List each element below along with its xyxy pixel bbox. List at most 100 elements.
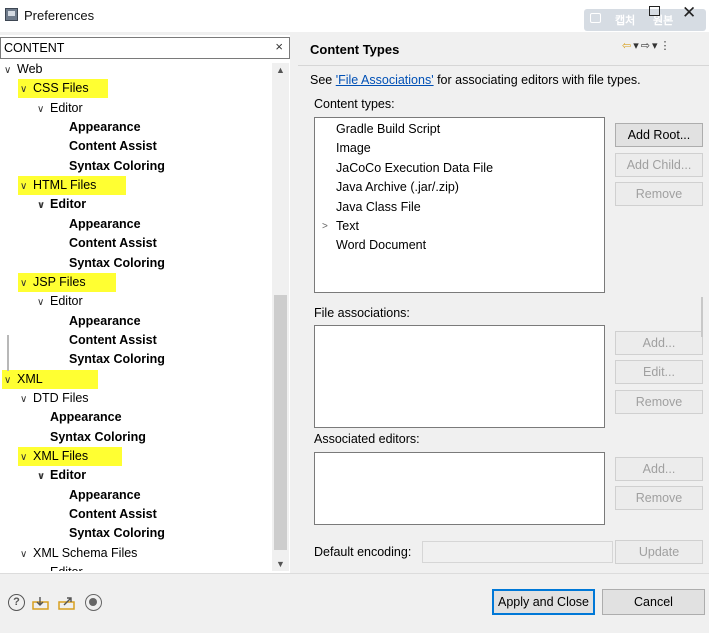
- expand-toggle-icon[interactable]: ∨: [20, 390, 33, 409]
- filter-input[interactable]: CONTENT ×: [0, 37, 290, 59]
- content-types-label: Content types:: [314, 97, 395, 111]
- tree-item[interactable]: ∨ DTD Files: [20, 389, 89, 408]
- update-button[interactable]: Update: [615, 540, 703, 564]
- content-type-item[interactable]: Image: [336, 139, 371, 158]
- file-associations-link[interactable]: 'File Associations': [336, 73, 434, 87]
- remove-content-type-button[interactable]: Remove: [615, 182, 703, 206]
- file-associations-list[interactable]: [314, 325, 605, 428]
- add-association-button[interactable]: Add...: [615, 331, 703, 355]
- clear-filter-icon[interactable]: ×: [275, 39, 283, 54]
- tree-item[interactable]: Appearance: [69, 312, 141, 331]
- tree-item[interactable]: ∨ JSP Files: [20, 273, 86, 292]
- help-icon[interactable]: ?: [8, 594, 25, 611]
- expand-toggle-icon[interactable]: ∨: [37, 293, 50, 312]
- tree-item[interactable]: Appearance: [69, 118, 141, 137]
- tree-item[interactable]: Content Assist: [69, 331, 157, 350]
- content-type-item[interactable]: Gradle Build Script: [336, 120, 440, 139]
- add-editor-button[interactable]: Add...: [615, 457, 703, 481]
- tree-item[interactable]: ∨ XML Files: [20, 447, 88, 466]
- tree-item[interactable]: Syntax Coloring: [50, 428, 146, 447]
- content-type-label: Java Archive (.jar/.zip): [336, 180, 459, 195]
- page-title: Content Types: [310, 42, 400, 57]
- expand-toggle-icon[interactable]: ∨: [37, 196, 50, 215]
- content-type-item[interactable]: Java Class File: [336, 198, 421, 217]
- scroll-up-icon[interactable]: ▲: [276, 65, 285, 75]
- tree-item[interactable]: Appearance: [50, 408, 122, 427]
- associated-editors-list[interactable]: [314, 452, 605, 525]
- expand-toggle-icon[interactable]: ∨: [20, 274, 33, 293]
- forward-menu-icon[interactable]: ▾: [652, 40, 660, 52]
- tree-item-label: Syntax Coloring: [69, 255, 165, 270]
- tree-item[interactable]: Editor: [50, 563, 83, 571]
- expand-toggle-icon[interactable]: ∨: [20, 177, 33, 196]
- edit-association-button[interactable]: Edit...: [615, 360, 703, 384]
- content-type-item[interactable]: Java Archive (.jar/.zip): [336, 178, 459, 197]
- back-menu-icon[interactable]: ▾: [633, 40, 641, 52]
- capture-overlay-label: 캡처: [615, 15, 636, 27]
- view-menu-icon[interactable]: ⋮: [660, 40, 673, 52]
- content-types-list[interactable]: Gradle Build Script Image JaCoCo Execution…: [314, 117, 605, 293]
- tree-item[interactable]: ∨ Editor: [37, 466, 86, 485]
- tree-item[interactable]: Content Assist: [69, 505, 157, 524]
- sash-marker: [701, 297, 703, 337]
- pane-sash[interactable]: [290, 35, 298, 573]
- tree-item[interactable]: ∨ HTML Files: [20, 176, 96, 195]
- title-bar: Preferences 캡처 원본 ✕: [0, 0, 709, 32]
- remove-association-button[interactable]: Remove: [615, 390, 703, 414]
- tree-item-label: Appearance: [69, 313, 141, 328]
- content-type-label: Image: [336, 141, 371, 156]
- tree-item[interactable]: ∨ XML Schema Files: [20, 544, 137, 563]
- expand-toggle-icon[interactable]: ∨: [20, 80, 33, 99]
- app-icon: [5, 8, 18, 21]
- cancel-button[interactable]: Cancel: [602, 589, 705, 615]
- expand-toggle-icon[interactable]: >: [322, 217, 328, 236]
- back-arrow-icon[interactable]: ⇦: [622, 40, 633, 52]
- import-icon[interactable]: [32, 596, 49, 610]
- page-navigation[interactable]: ⇦▾⇨▾⋮: [622, 39, 673, 52]
- expand-toggle-icon[interactable]: ∨: [37, 467, 50, 486]
- associated-editors-label: Associated editors:: [314, 432, 420, 446]
- tree-item[interactable]: Syntax Coloring: [69, 157, 165, 176]
- close-icon[interactable]: ✕: [682, 3, 696, 23]
- tree-item-label: Syntax Coloring: [69, 526, 165, 541]
- expand-toggle-icon[interactable]: ∨: [37, 100, 50, 119]
- tree-item[interactable]: Content Assist: [69, 137, 157, 156]
- add-child-button[interactable]: Add Child...: [615, 153, 703, 177]
- tree-scrollbar[interactable]: ▲ ▼: [272, 63, 289, 571]
- tree-item[interactable]: Appearance: [69, 215, 141, 234]
- tree-item[interactable]: Syntax Coloring: [69, 524, 165, 543]
- export-icon[interactable]: [58, 596, 75, 610]
- tree-item-label: HTML Files: [33, 178, 97, 193]
- tree-item[interactable]: ∨ Web: [4, 63, 42, 79]
- expand-toggle-icon[interactable]: ∨: [20, 448, 33, 467]
- content-type-item[interactable]: JaCoCo Execution Data File: [336, 159, 493, 178]
- tree-item-label: Content Assist: [69, 236, 157, 251]
- default-encoding-label: Default encoding:: [314, 545, 412, 559]
- tree-item[interactable]: ∨ XML: [4, 370, 43, 389]
- tree-item[interactable]: ∨ Editor: [37, 99, 83, 118]
- content-type-item[interactable]: Word Document: [336, 236, 426, 255]
- maximize-icon[interactable]: [649, 6, 660, 16]
- scroll-thumb[interactable]: [274, 295, 287, 550]
- default-encoding-field[interactable]: [422, 541, 613, 563]
- tree-item[interactable]: ∨ Editor: [37, 195, 86, 214]
- expand-toggle-icon[interactable]: ∨: [4, 63, 17, 80]
- tree-item[interactable]: Syntax Coloring: [69, 350, 165, 369]
- tree-item-label: CSS Files: [33, 81, 89, 96]
- tree-item[interactable]: Syntax Coloring: [69, 254, 165, 273]
- tree-item[interactable]: ∨ CSS Files: [20, 79, 89, 98]
- scroll-down-icon[interactable]: ▼: [276, 559, 285, 569]
- expand-toggle-icon[interactable]: ∨: [20, 545, 33, 564]
- tree-item-label: Syntax Coloring: [69, 158, 165, 173]
- tree-item[interactable]: Appearance: [69, 486, 141, 505]
- file-associations-label: File associations:: [314, 306, 410, 320]
- add-root-button[interactable]: Add Root...: [615, 123, 703, 147]
- tree-item[interactable]: ∨ Editor: [37, 292, 83, 311]
- content-type-item[interactable]: > Text: [322, 217, 359, 236]
- tree-item[interactable]: Content Assist: [69, 234, 157, 253]
- expand-toggle-icon[interactable]: ∨: [4, 371, 17, 390]
- record-icon[interactable]: [85, 594, 102, 611]
- remove-editor-button[interactable]: Remove: [615, 486, 703, 510]
- forward-arrow-icon[interactable]: ⇨: [641, 40, 652, 52]
- apply-and-close-button[interactable]: Apply and Close: [492, 589, 595, 615]
